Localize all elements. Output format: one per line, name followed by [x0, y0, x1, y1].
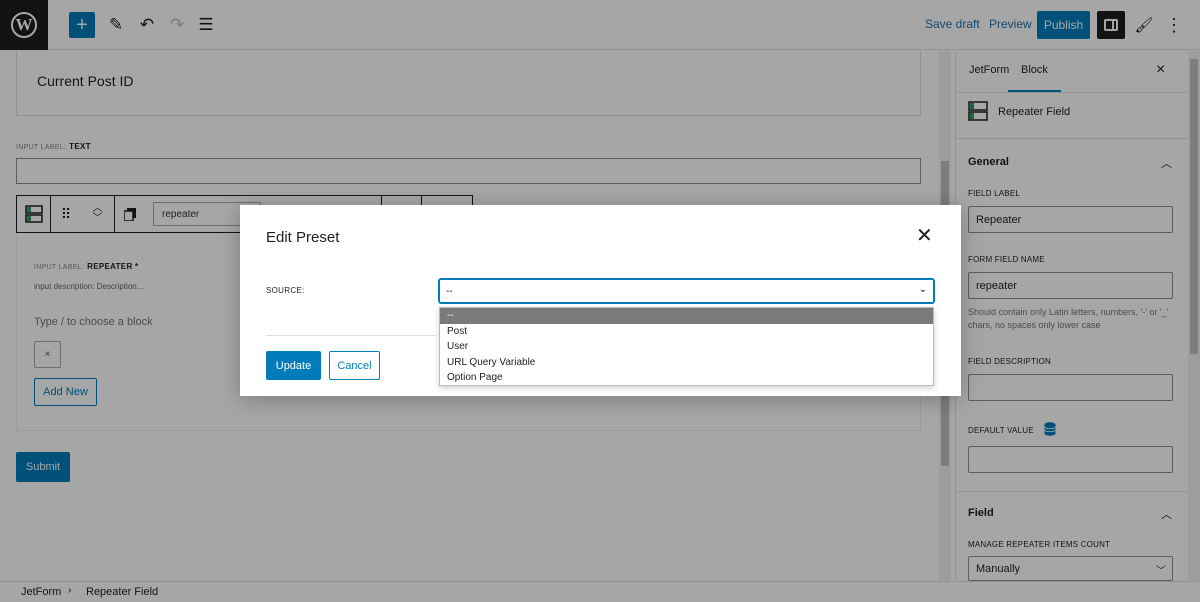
- dropdown-option[interactable]: URL Query Variable: [440, 355, 933, 371]
- source-dropdown-list: -- Post User URL Query Variable Option P…: [439, 307, 934, 386]
- update-button[interactable]: Update: [266, 351, 321, 380]
- dropdown-option[interactable]: Post: [440, 324, 933, 340]
- modal-close-icon[interactable]: ✕: [916, 223, 933, 248]
- source-select[interactable]: -- ⌄: [439, 279, 934, 303]
- modal-title: Edit Preset: [266, 229, 340, 246]
- dropdown-option[interactable]: User: [440, 339, 933, 355]
- cancel-button[interactable]: Cancel: [329, 351, 380, 380]
- dropdown-option[interactable]: Option Page: [440, 370, 933, 386]
- source-select-value: --: [446, 285, 453, 297]
- dropdown-option[interactable]: --: [440, 308, 933, 324]
- source-label: SOURCE:: [266, 286, 305, 295]
- modal-divider: [266, 335, 436, 336]
- chevron-down-icon: ⌄: [918, 284, 927, 295]
